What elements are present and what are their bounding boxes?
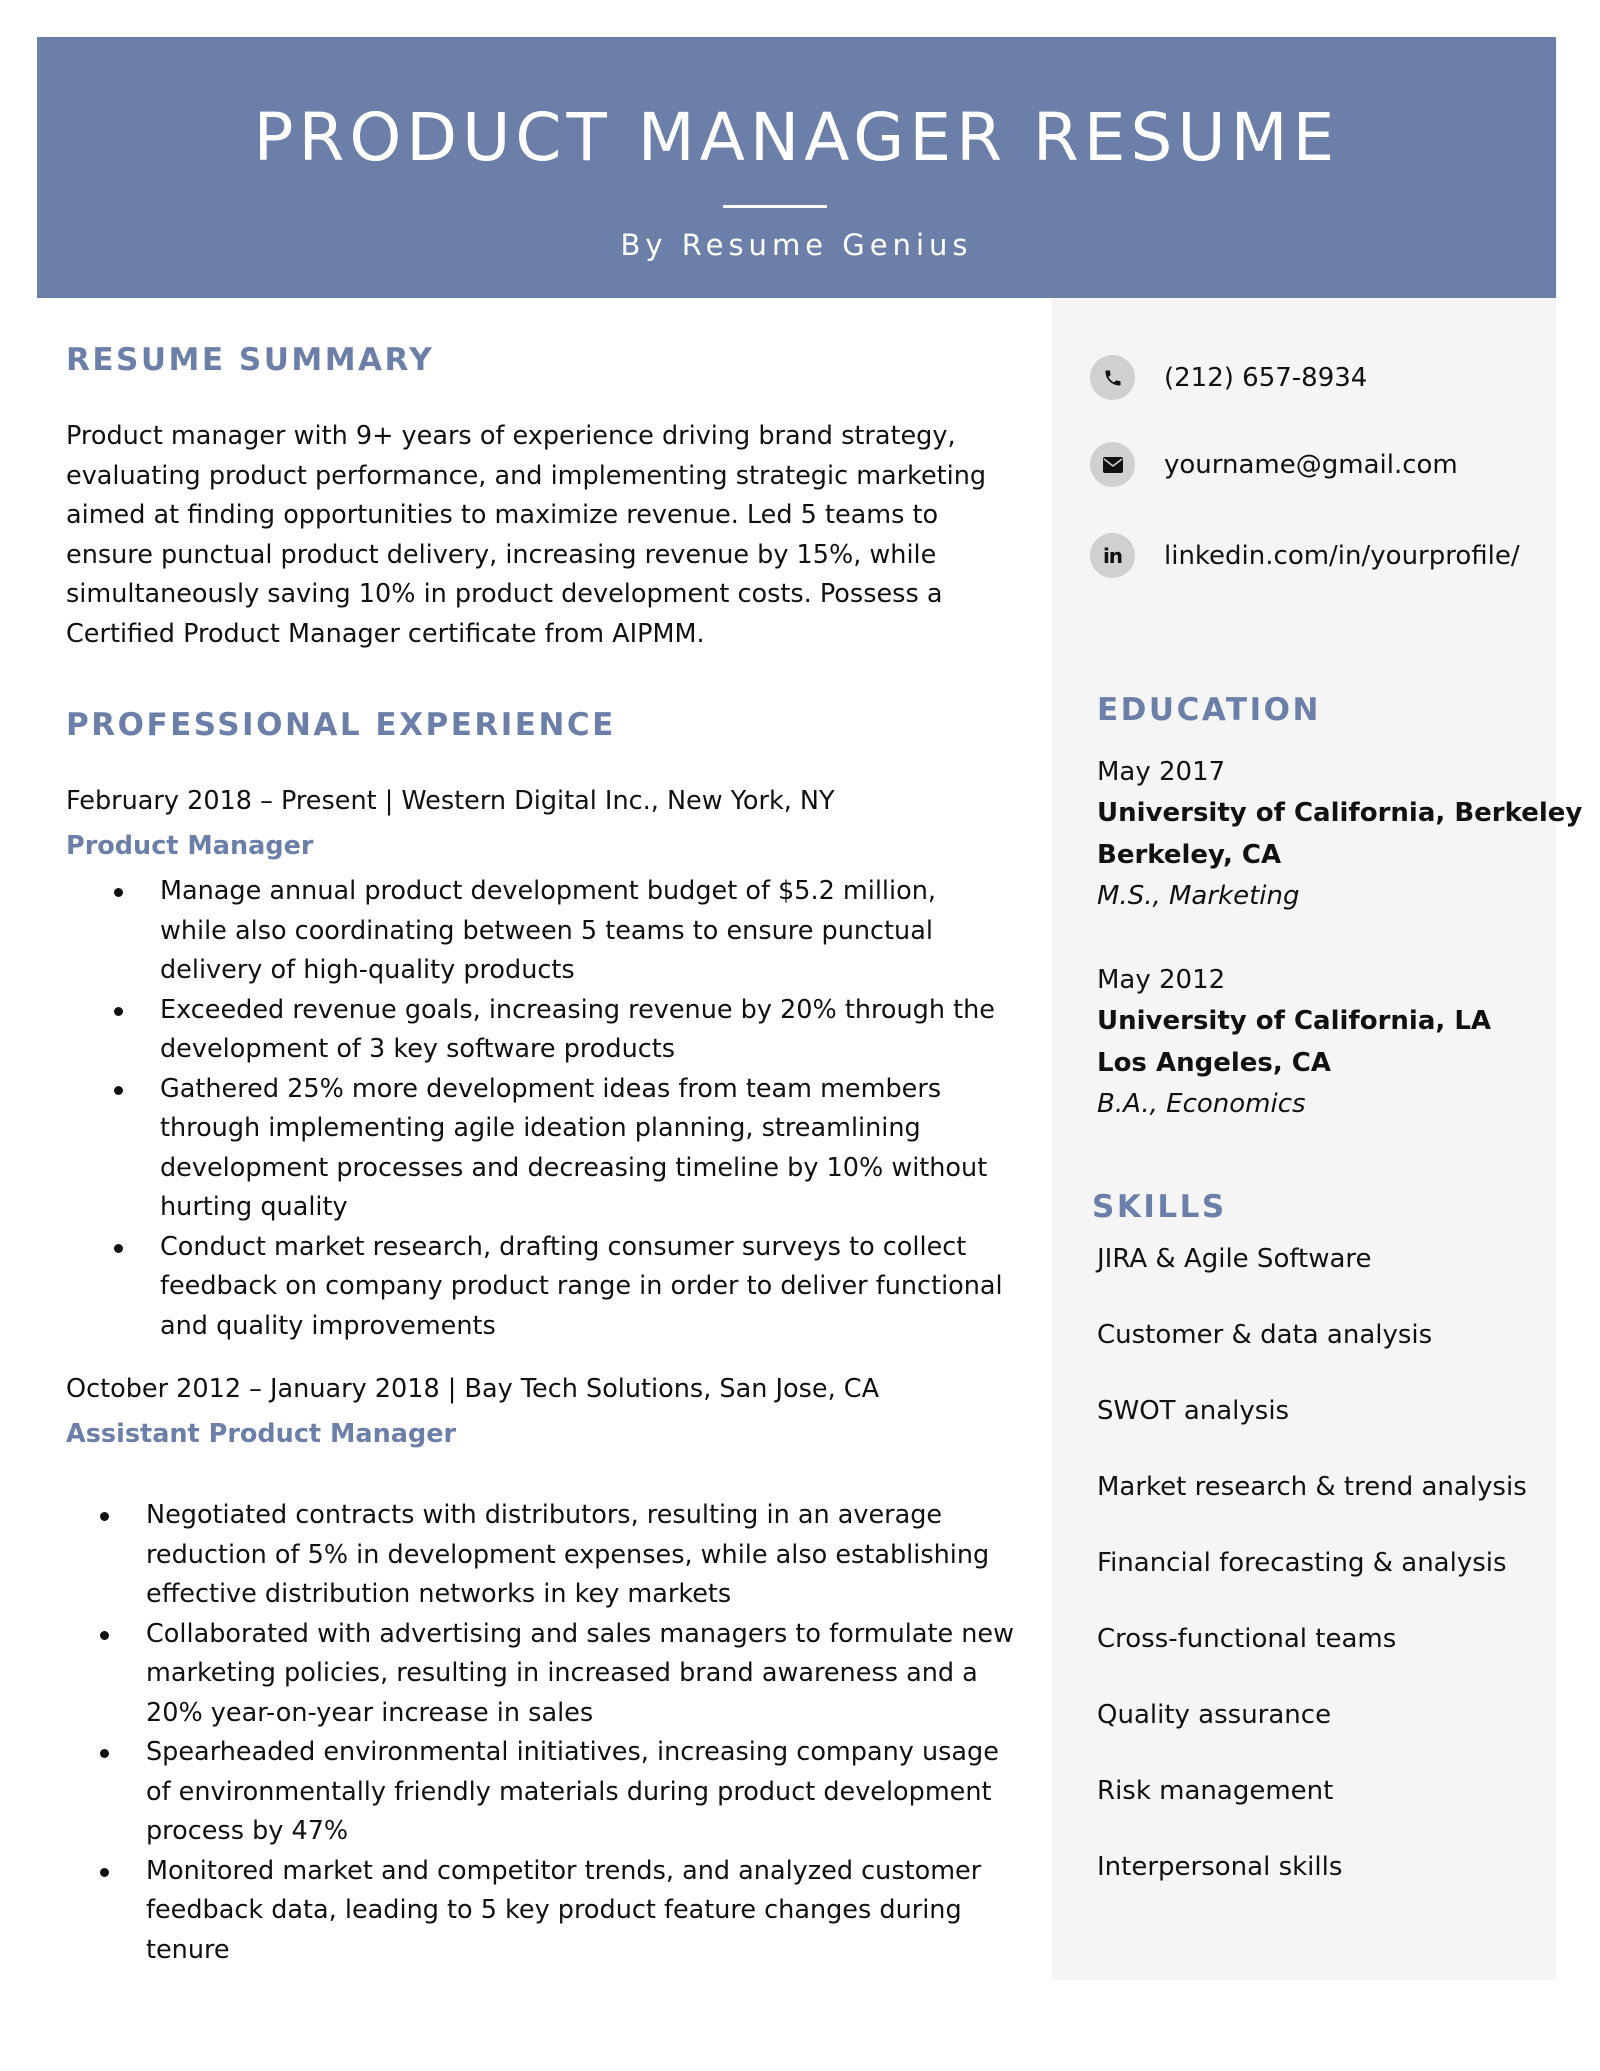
bullet-line: Monitored market and competitor trends, … <box>146 1855 982 1886</box>
resume-byline: By Resume Genius <box>620 228 973 262</box>
bullet-dot-icon <box>100 1512 109 1521</box>
contact-phone: (212) 657-8934 <box>1090 355 1367 400</box>
education-school: University of California, LA <box>1097 1006 1492 1036</box>
education-location: Los Angeles, CA <box>1097 1048 1331 1078</box>
skill-item: Interpersonal skills <box>1097 1852 1343 1882</box>
skill-item: JIRA & Agile Software <box>1097 1244 1372 1274</box>
bullet-dot-icon <box>100 1749 109 1758</box>
bullet-dot-icon <box>114 1243 123 1253</box>
skill-item: Financial forecasting & analysis <box>1097 1548 1507 1578</box>
bullet-line: development processes and decreasing tim… <box>160 1152 988 1183</box>
education-date: May 2017 <box>1097 757 1226 787</box>
skill-item: Risk management <box>1097 1776 1334 1806</box>
bullet-line: hurting quality <box>160 1192 348 1222</box>
bullet-line: tenure <box>146 1934 230 1965</box>
bullet-item: Exceeded revenue goals, increasing reven… <box>114 991 1003 1070</box>
education-heading: EDUCATION <box>1097 692 1321 728</box>
contact-email: yourname@gmail.com <box>1090 442 1458 487</box>
contact-linkedin: in linkedin.com/in/yourprofile/ <box>1090 533 1520 578</box>
bullet-line: delivery of high-quality products <box>160 955 575 985</box>
bullet-line: Gathered 25% more development ideas from… <box>160 1073 942 1104</box>
bullet-line: of environmentally friendly materials du… <box>146 1776 992 1807</box>
mail-icon <box>1090 442 1135 487</box>
bullet-dot-icon <box>100 1630 109 1640</box>
education-school: University of California, Berkeley <box>1097 798 1583 828</box>
bullet-line: Exceeded revenue goals, increasing reven… <box>160 994 995 1025</box>
header-divider <box>723 205 827 208</box>
experience-heading: PROFESSIONAL EXPERIENCE <box>66 707 616 743</box>
job-title: Assistant Product Manager <box>66 1419 457 1449</box>
linkedin-icon: in <box>1090 533 1135 578</box>
bullet-line: effective distribution networks in key m… <box>146 1579 732 1609</box>
bullet-line: and quality improvements <box>160 1310 496 1341</box>
phone-number[interactable]: (212) 657-8934 <box>1164 363 1367 393</box>
summary-line: Certified Product Manager certificate fr… <box>66 618 705 649</box>
summary-line: aimed at finding opportunities to maximi… <box>66 500 939 531</box>
bullet-line: feedback on company product range in ord… <box>160 1271 1003 1301</box>
education-degree: B.A., Economics <box>1097 1089 1306 1119</box>
bullet-item: Collaborated with advertising and sales … <box>100 1615 1014 1734</box>
bullet-line: marketing policies, resulting in increas… <box>146 1658 978 1688</box>
job-bullets: Manage annual product development budget… <box>114 872 1003 1347</box>
bullet-dot-icon <box>100 1867 109 1877</box>
bullet-item: Manage annual product development budget… <box>114 872 1003 991</box>
bullet-line: Manage annual product development budget… <box>160 876 936 906</box>
skill-item: Customer & data analysis <box>1097 1320 1433 1350</box>
bullet-dot-icon <box>114 1085 123 1095</box>
bullet-item: Conduct market research, drafting consum… <box>114 1228 1003 1347</box>
skill-item: Market research & trend analysis <box>1097 1472 1527 1502</box>
bullet-item: Negotiated contracts with distributors, … <box>100 1496 1014 1615</box>
bullet-line: Spearheaded environmental initiatives, i… <box>146 1737 999 1767</box>
summary-line: ensure punctual product delivery, increa… <box>66 539 937 570</box>
bullet-line: process by 47% <box>146 1816 349 1846</box>
bullet-line: Collaborated with advertising and sales … <box>146 1618 1014 1649</box>
skills-heading: SKILLS <box>1092 1189 1227 1225</box>
job-bullets: Negotiated contracts with distributors, … <box>100 1496 1014 1971</box>
bullet-line: Conduct market research, drafting consum… <box>160 1231 967 1262</box>
education-location: Berkeley, CA <box>1097 840 1282 870</box>
bullet-line: through implementing agile ideation plan… <box>160 1113 921 1143</box>
resume-title: PRODUCT MANAGER RESUME <box>253 99 1340 176</box>
job-title: Product Manager <box>66 831 314 861</box>
skill-item: SWOT analysis <box>1097 1396 1290 1426</box>
summary-heading: RESUME SUMMARY <box>66 342 435 378</box>
bullet-line: while also coordinating between 5 teams … <box>160 915 933 946</box>
bullet-line: reduction of 5% in development expenses,… <box>146 1539 990 1570</box>
bullet-dot-icon <box>114 888 123 897</box>
bullet-line: 20% year-on-year increase in sales <box>146 1697 594 1728</box>
bullet-item: Monitored market and competitor trends, … <box>100 1852 1014 1971</box>
education-date: May 2012 <box>1097 965 1226 995</box>
header-banner: PRODUCT MANAGER RESUME By Resume Genius <box>37 37 1556 298</box>
bullet-line: development of 3 key software products <box>160 1034 676 1064</box>
summary-text: Product manager with 9+ years of experie… <box>66 417 986 655</box>
bullet-item: Spearheaded environmental initiatives, i… <box>100 1733 1014 1852</box>
bullet-item: Gathered 25% more development ideas from… <box>114 1070 1003 1228</box>
bullet-dot-icon <box>114 1006 123 1016</box>
summary-line: Product manager with 9+ years of experie… <box>66 421 956 451</box>
bullet-line: Negotiated contracts with distributors, … <box>146 1500 943 1530</box>
education-degree: M.S., Marketing <box>1097 881 1300 911</box>
email-address[interactable]: yourname@gmail.com <box>1164 450 1458 480</box>
skill-item: Quality assurance <box>1097 1700 1332 1730</box>
job-meta: October 2012 – January 2018 | Bay Tech S… <box>66 1374 880 1404</box>
linkedin-url[interactable]: linkedin.com/in/yourprofile/ <box>1164 541 1520 571</box>
phone-icon <box>1090 355 1135 400</box>
summary-line: simultaneously saving 10% in product dev… <box>66 579 943 610</box>
linkedin-icon-glyph: in <box>1102 543 1123 568</box>
skill-item: Cross-functional teams <box>1097 1624 1397 1654</box>
bullet-line: feedback data, leading to 5 key product … <box>146 1895 962 1925</box>
job-meta: February 2018 – Present | Western Digita… <box>66 786 835 816</box>
summary-line: evaluating product performance, and impl… <box>66 460 987 491</box>
